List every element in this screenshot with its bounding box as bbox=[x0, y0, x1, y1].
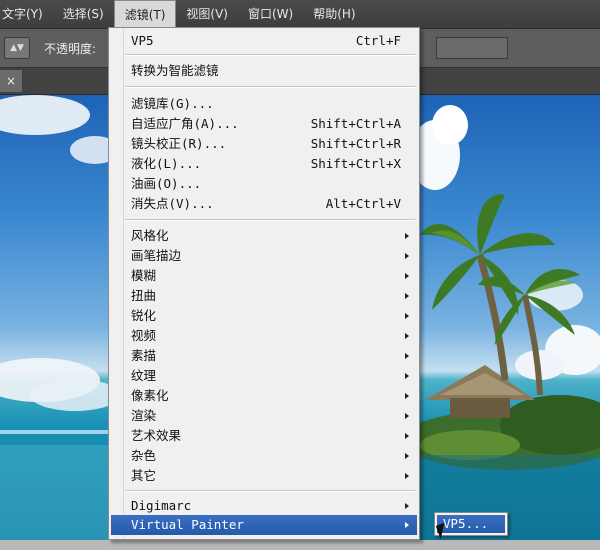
menu-item-oil-paint[interactable]: 油画(O)... bbox=[111, 174, 417, 194]
menu-item-label: 像素化 bbox=[131, 388, 169, 403]
menu-type[interactable]: 文字(Y) bbox=[0, 0, 53, 28]
menu-item-label: 油画(O)... bbox=[131, 176, 202, 191]
menu-separator bbox=[125, 54, 415, 56]
menu-item-shortcut: Shift+Ctrl+A bbox=[310, 116, 401, 131]
menu-item-label: Virtual Painter bbox=[131, 517, 244, 532]
submenu-arrow-icon bbox=[405, 393, 409, 399]
menu-item-label: 模糊 bbox=[131, 268, 157, 283]
filter-menu: VP5 Ctrl+F 转换为智能滤镜 滤镜库(G)... 自适应广角(A)...… bbox=[108, 27, 420, 540]
menu-item-liquify[interactable]: 液化(L)... Shift+Ctrl+X bbox=[111, 154, 417, 174]
menu-item-label: 纹理 bbox=[131, 368, 157, 383]
menu-item-label: 自适应广角(A)... bbox=[131, 116, 239, 131]
menu-item-filter-gallery[interactable]: 滤镜库(G)... bbox=[111, 94, 417, 114]
submenu-arrow-icon bbox=[405, 373, 409, 379]
menu-item-label: 画笔描边 bbox=[131, 248, 182, 263]
submenu-arrow-icon bbox=[405, 313, 409, 319]
menu-item-label: 艺术效果 bbox=[131, 428, 182, 443]
menu-item-shortcut: Alt+Ctrl+V bbox=[325, 196, 401, 211]
menu-item-distort[interactable]: 扭曲 bbox=[111, 286, 417, 306]
submenu-arrow-icon bbox=[405, 522, 409, 528]
menu-item-label: 渲染 bbox=[131, 408, 157, 423]
menu-help[interactable]: 帮助(H) bbox=[303, 0, 365, 28]
menu-view[interactable]: 视图(V) bbox=[176, 0, 238, 28]
menu-item-label: 液化(L)... bbox=[131, 156, 202, 171]
opacity-label: 不透明度: bbox=[44, 42, 97, 56]
menu-item-vp5[interactable]: VP5 Ctrl+F bbox=[111, 31, 417, 51]
menu-item-shortcut: Shift+Ctrl+X bbox=[310, 156, 401, 171]
chevron-updown-icon: ▲▼ bbox=[10, 43, 24, 53]
submenu-arrow-icon bbox=[405, 333, 409, 339]
menu-item-label: 镜头校正(R)... bbox=[131, 136, 227, 151]
status-bar bbox=[0, 540, 600, 550]
menu-item-noise[interactable]: 杂色 bbox=[111, 446, 417, 466]
menu-item-label: 风格化 bbox=[131, 228, 169, 243]
menu-item-render[interactable]: 渲染 bbox=[111, 406, 417, 426]
menu-select[interactable]: 选择(S) bbox=[53, 0, 114, 28]
submenu-arrow-icon bbox=[405, 413, 409, 419]
menu-item-label: 锐化 bbox=[131, 308, 157, 323]
menu-filter[interactable]: 滤镜(T) bbox=[113, 0, 177, 28]
menu-item-sharpen[interactable]: 锐化 bbox=[111, 306, 417, 326]
menu-item-label: VP5 bbox=[131, 33, 154, 48]
menu-item-shortcut: Shift+Ctrl+R bbox=[310, 136, 401, 151]
blend-mode-dropdown[interactable]: ▲▼ bbox=[4, 37, 30, 59]
menu-item-adaptive-wide-angle[interactable]: 自适应广角(A)... Shift+Ctrl+A bbox=[111, 114, 417, 134]
menu-item-lens-correction[interactable]: 镜头校正(R)... Shift+Ctrl+R bbox=[111, 134, 417, 154]
menu-item-stylize[interactable]: 风格化 bbox=[111, 226, 417, 246]
menu-separator bbox=[125, 490, 415, 492]
close-tab-button[interactable]: × bbox=[0, 70, 22, 92]
menu-item-label: 素描 bbox=[131, 348, 157, 363]
menu-item-brush-strokes[interactable]: 画笔描边 bbox=[111, 246, 417, 266]
menu-item-digimarc[interactable]: Digimarc bbox=[111, 496, 417, 516]
menu-item-label: 消失点(V)... bbox=[131, 196, 214, 211]
menu-item-label: 转换为智能滤镜 bbox=[131, 63, 219, 78]
menu-item-artistic[interactable]: 艺术效果 bbox=[111, 426, 417, 446]
close-icon: × bbox=[5, 74, 17, 88]
menu-separator bbox=[125, 86, 415, 88]
menu-item-vanishing-point[interactable]: 消失点(V)... Alt+Ctrl+V bbox=[111, 194, 417, 214]
menu-item-convert-smart-filter[interactable]: 转换为智能滤镜 bbox=[111, 61, 417, 81]
submenu-arrow-icon bbox=[405, 473, 409, 479]
menu-item-label: 滤镜库(G)... bbox=[131, 96, 214, 111]
menu-window[interactable]: 窗口(W) bbox=[238, 0, 303, 28]
submenu-arrow-icon bbox=[405, 503, 409, 509]
menu-item-shortcut: Ctrl+F bbox=[355, 33, 401, 48]
menu-item-texture[interactable]: 纹理 bbox=[111, 366, 417, 386]
submenu-arrow-icon bbox=[405, 253, 409, 259]
menu-item-other[interactable]: 其它 bbox=[111, 466, 417, 486]
submenu-arrow-icon bbox=[405, 273, 409, 279]
menu-item-label: Digimarc bbox=[131, 498, 192, 513]
menu-item-sketch[interactable]: 素描 bbox=[111, 346, 417, 366]
menu-item-label: 视频 bbox=[131, 328, 157, 343]
submenu-arrow-icon bbox=[405, 453, 409, 459]
menu-item-pixelate[interactable]: 像素化 bbox=[111, 386, 417, 406]
menu-item-virtual-painter[interactable]: Virtual Painter bbox=[111, 515, 417, 535]
menu-bar: 文字(Y) 选择(S) 滤镜(T) 视图(V) 窗口(W) 帮助(H) bbox=[0, 0, 600, 29]
submenu-arrow-icon bbox=[405, 233, 409, 239]
options-field[interactable] bbox=[436, 37, 508, 59]
menu-item-video[interactable]: 视频 bbox=[111, 326, 417, 346]
submenu-arrow-icon bbox=[405, 353, 409, 359]
menu-separator bbox=[125, 219, 415, 221]
submenu-arrow-icon bbox=[405, 293, 409, 299]
submenu-arrow-icon bbox=[405, 433, 409, 439]
menu-item-label: 其它 bbox=[131, 468, 157, 483]
menu-item-label: 扭曲 bbox=[131, 288, 157, 303]
menu-item-blur[interactable]: 模糊 bbox=[111, 266, 417, 286]
menu-item-label: 杂色 bbox=[131, 448, 157, 463]
